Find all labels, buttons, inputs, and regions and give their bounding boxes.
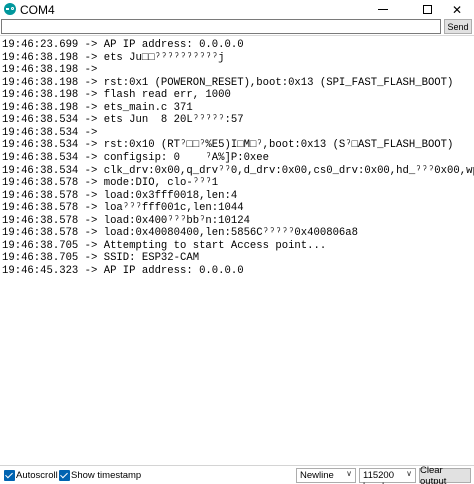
line-ending-select[interactable]: Newline ∨ [296,468,356,483]
log-line: 19:46:38.578 -> load:0x400ˀˀˀbbˀn:10124 [2,214,250,227]
close-button[interactable]: ✕ [440,0,474,19]
close-icon: ✕ [451,2,463,17]
log-line: 19:46:45.323 -> AP IP address: 0.0.0.0 [2,264,244,277]
log-line: 19:46:38.534 -> [2,126,98,139]
log-line: 19:46:38.198 -> [2,64,98,77]
arduino-app-icon [4,3,16,15]
log-line: 19:46:38.705 -> Attempting to start Acce… [2,239,327,252]
maximize-icon [422,5,432,14]
show-timestamp-label: Show timestamp [71,470,142,481]
serial-output-area[interactable]: 19:46:23.699 -> AP IP address: 0.0.0.0 19… [0,35,474,465]
serial-send-input[interactable] [1,19,441,34]
maximize-button[interactable] [410,0,444,19]
autoscroll-label: Autoscroll [16,470,58,481]
log-line: 19:46:38.578 -> mode:DIO, clo-ˀˀˀ1 [2,177,219,190]
bottom-toolbar: Autoscroll Show timestamp Newline ∨ 1152… [0,465,474,484]
log-line: 19:46:38.198 -> flash read err, 1000 [2,89,231,102]
chevron-down-icon: ∨ [346,469,352,478]
line-ending-value: Newline [300,470,334,481]
log-line: 19:46:38.534 -> clk_drv:0x00,q_drvˀˀ0,d_… [2,164,474,177]
show-timestamp-checkbox[interactable] [59,470,70,481]
log-line: 19:46:38.534 -> configsip: 0 ˀA%]P:0xee [2,151,270,164]
minimize-button[interactable] [366,0,400,19]
log-line: 19:46:38.534 -> ets Jun 8 20Lˀˀˀˀˀ:57 [2,114,244,127]
window-titlebar: COM4 ✕ [0,0,474,19]
clear-output-button[interactable]: Clear output [419,465,471,484]
send-button[interactable]: Send [444,19,472,34]
window-title: COM4 [20,3,55,17]
log-line: 19:46:38.578 -> loaˀˀˀfff001c,len:1044 [2,202,244,215]
log-line: 19:46:38.198 -> ets_main.c 371 [2,101,193,114]
log-line: 19:46:38.705 -> SSID: ESP32-CAM [2,252,200,265]
log-line: 19:46:38.198 -> ets Ju□□ˀˀˀˀˀˀˀˀˀˀj [2,51,225,64]
baud-rate-select[interactable]: 115200 baud ∨ [359,468,416,484]
baud-rate-value: 115200 baud [363,470,394,484]
chevron-down-icon: ∨ [406,469,412,478]
log-line: 19:46:38.534 -> rst:0x10 (RTˀ□□ˀ%E5)I□M□… [2,139,454,152]
minimize-icon [378,9,388,10]
send-bar: Send [0,19,474,35]
log-line: 19:46:23.699 -> AP IP address: 0.0.0.0 [2,39,244,51]
log-line: 19:46:38.578 -> load:0x3fff0018,len:4 [2,189,238,202]
autoscroll-checkbox[interactable] [4,470,15,481]
log-line: 19:46:38.578 -> load:0x40080400,len:5856… [2,227,359,240]
log-line: 19:46:38.198 -> rst:0x1 (POWERON_RESET),… [2,76,454,89]
